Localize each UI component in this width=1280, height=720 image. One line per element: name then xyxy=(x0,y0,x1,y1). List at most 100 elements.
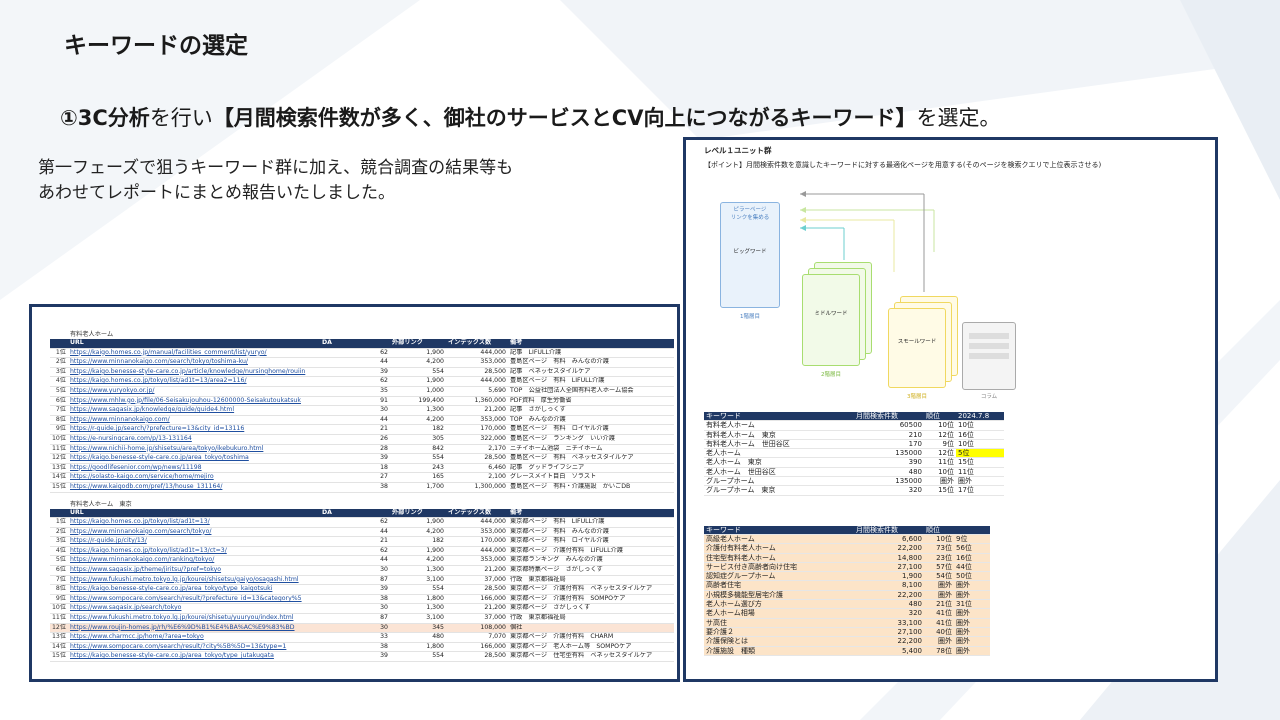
column-header xyxy=(50,508,68,519)
url-link[interactable]: https://www.sagasix.jp/theme/jiritsu/?pr… xyxy=(68,565,320,576)
latest-rank-cell: 50位 xyxy=(954,571,990,582)
latest-rank-cell: 圏外 xyxy=(954,618,990,628)
url-link[interactable]: https://www.minnanokaigo.com/search/toky… xyxy=(68,357,320,368)
da-cell: 39 xyxy=(320,651,390,662)
latest-rank-cell: 圏外 xyxy=(954,580,990,591)
url-link[interactable]: https://kaigo.benesse-style-care.co.jp/a… xyxy=(68,651,320,662)
backlink-cell: 1,800 xyxy=(390,594,446,605)
table-row: 8位 https://kaigo.benesse-style-care.co.jp… xyxy=(50,584,674,595)
keyword-cell: 老人ホーム 世田谷区 xyxy=(704,467,854,478)
backlink-cell: 165 xyxy=(390,472,446,483)
keyword-row: サービス付き高齢者向け住宅 27,100 57位 44位 xyxy=(704,562,990,573)
keyword-table-1: キーワード 月間検索件数 順位 2024.7.8 有料老人ホーム 60500 10位 10位… xyxy=(704,412,1004,496)
table-row: 12位 https://kaigo.benesse-style-care.co.j… xyxy=(50,453,674,464)
latest-rank-cell: 11位 xyxy=(956,467,1004,478)
big-word-label: ビッグワード xyxy=(733,249,767,255)
keyword-row: 老人ホーム 東京 390 11位 15位 xyxy=(704,457,1004,468)
url-link[interactable]: https://www.fukushi.metro.tokyo.lg.jp/ko… xyxy=(68,575,320,586)
da-cell: 28 xyxy=(320,444,390,455)
rank-cell: 9位 xyxy=(924,439,956,450)
url-link[interactable]: https://r-guide.jp/search/?prefecture=13… xyxy=(68,424,320,435)
url-link[interactable]: https://www.sagasix.jp/search/tokyo xyxy=(68,603,320,615)
rank-cell: 8位 xyxy=(50,415,68,426)
keyword-header: 順位 xyxy=(924,412,956,422)
small-caption: 3階層目 xyxy=(907,394,927,400)
index-cell: 1,360,000 xyxy=(446,396,508,407)
remark-cell: 豊島区ページ 有料 LIFULL介護 xyxy=(508,376,674,387)
url-link[interactable]: https://r-guide.jp/city/13/ xyxy=(68,536,320,547)
remark-cell: TOP みんなの介護 xyxy=(508,415,674,426)
remark-cell: 記事 さがしっくす xyxy=(508,405,674,416)
index-cell: 28,500 xyxy=(446,584,508,595)
backlink-cell: 1,800 xyxy=(390,642,446,653)
backlink-cell: 1,300 xyxy=(390,565,446,576)
keyword-cell: 要介護２ xyxy=(704,627,854,638)
volume-cell: 33,100 xyxy=(854,618,924,628)
table-row: 1位 https://kaigo.homes.co.jp/manual/facil… xyxy=(50,348,674,359)
backlink-cell: 182 xyxy=(390,424,446,435)
backlink-cell: 1,300 xyxy=(390,405,446,416)
rank-cell: 14位 xyxy=(50,642,68,653)
index-cell: 28,500 xyxy=(446,453,508,464)
url-link[interactable]: https://www.charmcc.jp/home/?area=tokyo xyxy=(68,632,320,643)
table-row: 5位 https://www.yuryokyo.or.jp/35 1,000 5,69… xyxy=(50,386,674,397)
table-row: 4位 https://kaigo.homes.co.jp/tokyo/list/a… xyxy=(50,546,674,557)
url-link[interactable]: https://kaigo.benesse-style-care.co.jp/a… xyxy=(68,584,320,595)
url-link[interactable]: https://www.nichii-home.jp/shisetsu/area… xyxy=(68,444,320,455)
table-row: 4位 https://kaigo.homes.co.jp/tokyo/list/a… xyxy=(50,376,674,387)
url-link[interactable]: https://kaigo.homes.co.jp/tokyo/list/ad1… xyxy=(68,376,320,387)
rank-cell: 15位 xyxy=(924,485,956,496)
page-title: キーワードの選定 xyxy=(64,33,248,59)
keyword-cell: 有料老人ホーム xyxy=(704,420,854,431)
table-row: 13位 https://goodlifesenior.com/wp/news/11… xyxy=(50,463,674,474)
url-link[interactable]: https://kaigo.benesse-style-care.co.jp/a… xyxy=(68,453,320,464)
table-row: 2位 https://www.minnanokaigo.com/search/to… xyxy=(50,527,674,538)
url-link[interactable]: https://solasto-kaigo.com/service/home/m… xyxy=(68,472,320,483)
latest-rank-cell: 16位 xyxy=(954,553,990,563)
backlink-cell: 345 xyxy=(390,623,446,634)
backlink-cell: 305 xyxy=(390,434,446,445)
remark-cell: 行政 東京都福祉局 xyxy=(508,575,674,586)
da-cell: 39 xyxy=(320,367,390,378)
latest-rank-cell: 圏外 xyxy=(954,646,990,656)
url-link[interactable]: https://kaigo.homes.co.jp/tokyo/list/ad1… xyxy=(68,517,320,528)
url-link[interactable]: https://www.kaigodb.com/pref/13/house_13… xyxy=(68,482,320,493)
url-link[interactable]: https://www.sompocare.com/search/result/… xyxy=(68,642,320,653)
keyword-cell: グループホーム xyxy=(704,476,854,487)
url-link[interactable]: https://kaigo.benesse-style-care.co.jp/a… xyxy=(68,367,320,378)
latest-rank-cell: 16位 xyxy=(956,430,1004,440)
index-cell: 170,000 xyxy=(446,424,508,435)
table-row: 10位 https://www.sagasix.jp/search/tokyo 30… xyxy=(50,603,674,615)
url-link[interactable]: https://www.sompocare.com/search/result/… xyxy=(68,594,320,605)
table-row: 3位 https://kaigo.benesse-style-care.co.jp… xyxy=(50,367,674,378)
url-link[interactable]: https://www.roujin-homes.jp/rh/%E6%9D%B1… xyxy=(68,623,320,634)
rank-cell: 2位 xyxy=(50,527,68,538)
da-cell: 44 xyxy=(320,527,390,538)
url-link[interactable]: https://www.minnanokaigo.com/ranking/tok… xyxy=(68,555,320,567)
url-link[interactable]: https://www.yuryokyo.or.jp/ xyxy=(68,386,320,397)
url-link[interactable]: https://www.fukushi.metro.tokyo.lg.jp/ko… xyxy=(68,613,320,624)
remark-cell: 東京都ページ 住宅型有料 ベネッセスタイルケア xyxy=(508,651,674,662)
volume-cell: 6,600 xyxy=(854,534,924,545)
url-link[interactable]: https://www.mhlw.go.jp/file/06-Seisakujo… xyxy=(68,396,320,407)
column-caption: コラム xyxy=(954,392,1024,400)
rank-cell: 4位 xyxy=(50,376,68,387)
url-link[interactable]: https://kaigo.homes.co.jp/manual/facilit… xyxy=(68,348,320,359)
url-link[interactable]: https://www.minnanokaigo.com/ xyxy=(68,415,320,426)
rank-cell: 圏外 xyxy=(924,590,954,601)
latest-rank-cell: 10位 xyxy=(956,420,1004,431)
url-link[interactable]: https://e-nursingcare.com/p/13-131164 xyxy=(68,434,320,445)
backlink-cell: 4,200 xyxy=(390,527,446,538)
competitor-table-2: URL DA 外部リンク インデックス数 備考 1位 https://kaigo.home… xyxy=(50,508,674,663)
backlink-cell: 3,100 xyxy=(390,575,446,586)
index-cell: 166,000 xyxy=(446,594,508,605)
middle-caption: 2階層目 xyxy=(821,372,841,378)
rank-cell: 6位 xyxy=(50,565,68,576)
url-link[interactable]: https://www.minnanokaigo.com/search/toky… xyxy=(68,527,320,538)
url-link[interactable]: https://www.sagasix.jp/knowledge/guide/g… xyxy=(68,405,320,416)
da-cell: 62 xyxy=(320,517,390,528)
url-link[interactable]: https://goodlifesenior.com/wp/news/11198 xyxy=(68,463,320,474)
table-row: 6位 https://www.sagasix.jp/theme/jiritsu/?… xyxy=(50,565,674,576)
keyword-row: 老人ホーム 世田谷区 480 10位 11位 xyxy=(704,467,1004,478)
url-link[interactable]: https://kaigo.homes.co.jp/tokyo/list/ad1… xyxy=(68,546,320,557)
